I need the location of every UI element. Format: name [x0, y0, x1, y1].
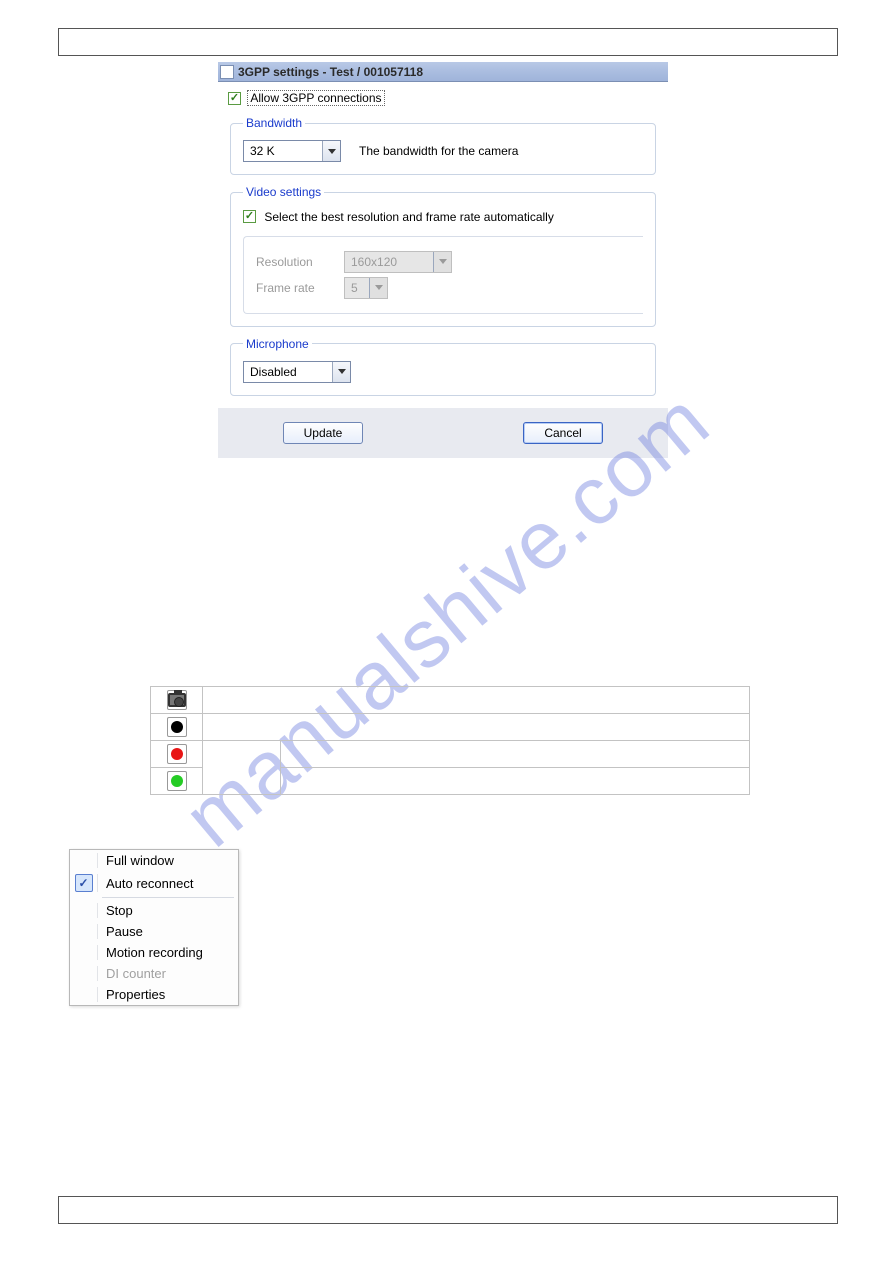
table-row	[151, 714, 750, 741]
video-settings-legend: Video settings	[243, 185, 324, 199]
menu-separator	[102, 897, 234, 898]
allow-3gpp-label: Allow 3GPP connections	[247, 90, 384, 106]
menu-label: Properties	[106, 987, 165, 1002]
camera-icon-cell	[151, 687, 203, 714]
menu-label: DI counter	[106, 966, 166, 981]
menu-gutter	[70, 987, 98, 1002]
bandwidth-value: 32 K	[244, 141, 322, 161]
video-settings-fieldset: Video settings Select the best resolutio…	[230, 185, 656, 327]
menu-label: Motion recording	[106, 945, 203, 960]
menu-item-di-counter: DI counter	[70, 963, 238, 984]
allow-3gpp-checkbox[interactable]	[228, 92, 241, 105]
menu-gutter	[70, 903, 98, 918]
bandwidth-fieldset: Bandwidth 32 K The bandwidth for the cam…	[230, 116, 656, 175]
menu-label: Pause	[106, 924, 143, 939]
menu-label: Full window	[106, 853, 174, 868]
menu-item-stop[interactable]: Stop	[70, 900, 238, 921]
bandwidth-select[interactable]: 32 K	[243, 140, 341, 162]
chevron-down-icon[interactable]	[332, 362, 350, 382]
dialog-button-bar: Update Cancel	[218, 408, 668, 458]
check-icon: ✓	[75, 874, 93, 892]
bandwidth-legend: Bandwidth	[243, 116, 305, 130]
menu-item-full-window[interactable]: Full window	[70, 850, 238, 871]
menu-label: Stop	[106, 903, 133, 918]
menu-item-motion-recording[interactable]: Motion recording	[70, 942, 238, 963]
allow-3gpp-row[interactable]: Allow 3GPP connections	[228, 90, 658, 106]
camera-icon	[167, 690, 187, 710]
resolution-label: Resolution	[256, 255, 326, 269]
microphone-value: Disabled	[244, 362, 332, 382]
auto-resolution-label: Select the best resolution and frame rat…	[262, 210, 556, 224]
menu-label: Auto reconnect	[106, 876, 193, 891]
cancel-button[interactable]: Cancel	[523, 422, 603, 444]
status-icons-table	[150, 686, 750, 795]
mid-cell	[203, 741, 281, 795]
framerate-label: Frame rate	[256, 281, 326, 295]
update-button[interactable]: Update	[283, 422, 363, 444]
video-subgroup: Resolution 160x120 Frame rate 5	[243, 236, 643, 314]
red-dot-cell	[151, 741, 203, 768]
auto-resolution-row[interactable]: Select the best resolution and frame rat…	[243, 209, 643, 224]
framerate-value: 5	[345, 278, 369, 298]
titlebar[interactable]: 3GPP settings - Test / 001057118	[218, 62, 668, 82]
microphone-fieldset: Microphone Disabled	[230, 337, 656, 396]
menu-item-pause[interactable]: Pause	[70, 921, 238, 942]
record-green-icon	[167, 771, 187, 791]
camera-desc-cell	[203, 687, 750, 714]
app-icon	[220, 65, 234, 79]
framerate-select: 5	[344, 277, 388, 299]
bandwidth-desc: The bandwidth for the camera	[359, 144, 518, 158]
menu-gutter	[70, 945, 98, 960]
green-desc-cell	[281, 768, 750, 795]
record-red-icon	[167, 744, 187, 764]
3gpp-settings-dialog: 3GPP settings - Test / 001057118 Allow 3…	[218, 62, 668, 458]
page-footer-box	[58, 1196, 838, 1224]
microphone-legend: Microphone	[243, 337, 312, 351]
menu-item-auto-reconnect[interactable]: ✓ Auto reconnect	[70, 871, 238, 895]
table-row	[151, 741, 750, 768]
black-desc-cell	[203, 714, 750, 741]
resolution-select: 160x120	[344, 251, 452, 273]
red-desc-cell	[281, 741, 750, 768]
menu-item-properties[interactable]: Properties	[70, 984, 238, 1005]
table-row	[151, 687, 750, 714]
resolution-value: 160x120	[345, 252, 433, 272]
menu-gutter	[70, 966, 98, 981]
chevron-down-icon[interactable]	[322, 141, 340, 161]
context-menu[interactable]: Full window ✓ Auto reconnect Stop Pause …	[69, 849, 239, 1006]
menu-gutter: ✓	[70, 874, 98, 892]
record-black-icon	[167, 717, 187, 737]
window-title: 3GPP settings - Test / 001057118	[238, 65, 423, 79]
auto-resolution-checkbox[interactable]	[243, 210, 256, 223]
page-header-box	[58, 28, 838, 56]
menu-gutter	[70, 853, 98, 868]
menu-gutter	[70, 924, 98, 939]
chevron-down-icon	[433, 252, 451, 272]
green-dot-cell	[151, 768, 203, 795]
chevron-down-icon	[369, 278, 387, 298]
microphone-select[interactable]: Disabled	[243, 361, 351, 383]
black-dot-cell	[151, 714, 203, 741]
